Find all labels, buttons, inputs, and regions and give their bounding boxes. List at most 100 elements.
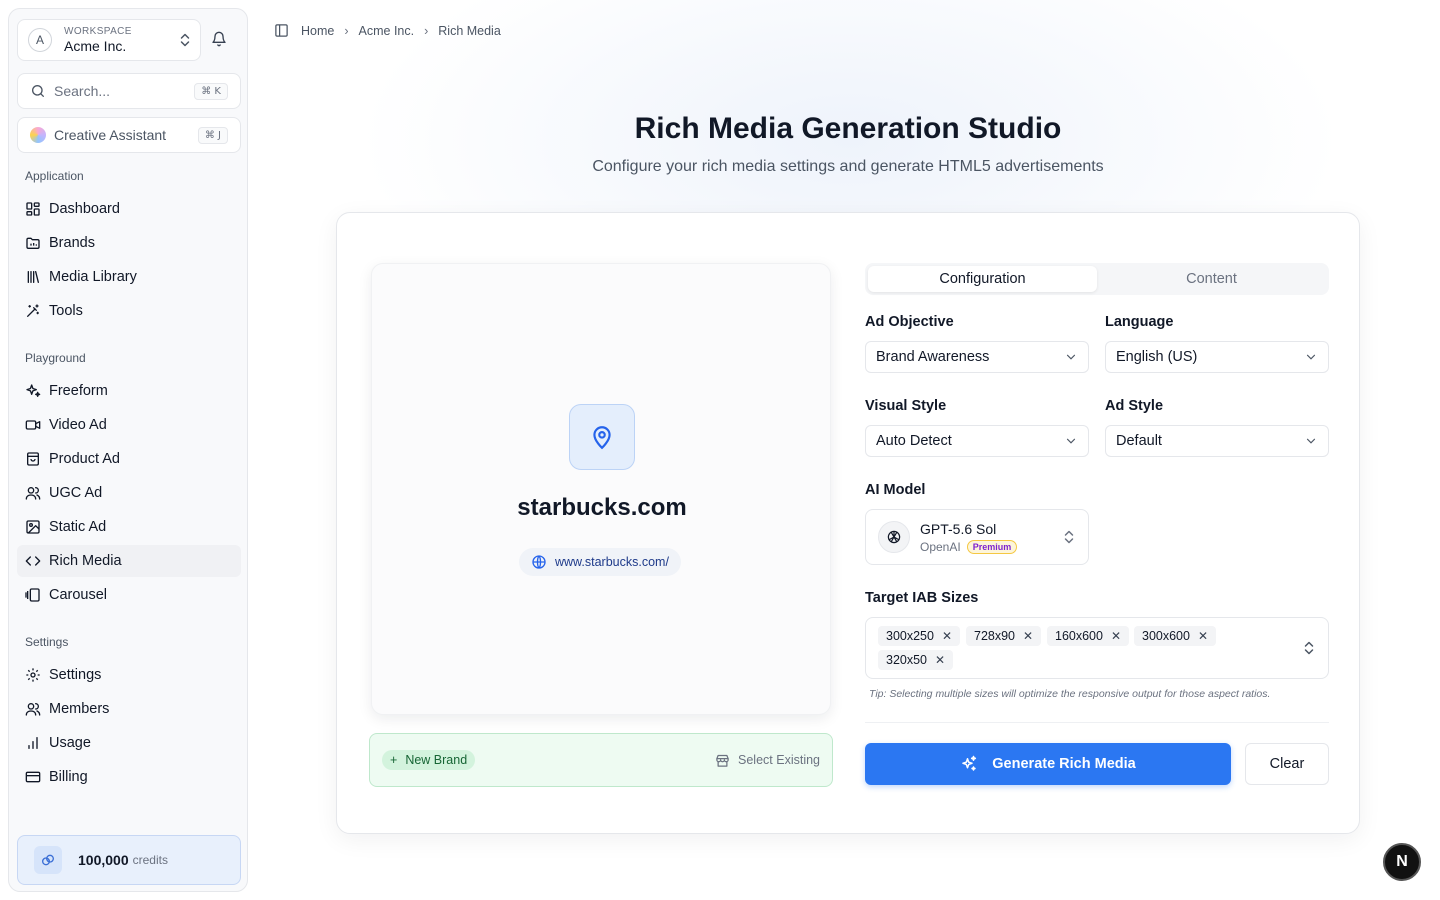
sidebar-item-product-ad[interactable]: Product Ad (17, 443, 241, 475)
brand-url-link[interactable]: www.starbucks.com/ (519, 548, 681, 576)
sidebar-item-label: Static Ad (49, 519, 107, 535)
sidebar-item-label: Dashboard (49, 201, 120, 217)
sidebar-item-members[interactable]: Members (17, 693, 241, 725)
sidebar-item-rich-media[interactable]: Rich Media (17, 545, 241, 577)
sidebar-item-label: UGC Ad (49, 485, 103, 501)
remove-icon[interactable]: ✕ (1111, 629, 1121, 643)
generate-rich-media-button[interactable]: Generate Rich Media (865, 743, 1231, 785)
brand-domain: starbucks.com (517, 494, 687, 521)
breadcrumb: Home › Acme Inc. › Rich Media (274, 23, 501, 38)
sidebar-item-label: Settings (49, 667, 102, 683)
sidebar-item-video-ad[interactable]: Video Ad (17, 409, 241, 441)
credits-unit: credits (132, 853, 168, 867)
assistant-shortcut: ⌘ J (197, 126, 228, 144)
page-title: Rich Media Generation Studio (634, 112, 1062, 145)
tab-configuration[interactable]: Configuration (868, 266, 1097, 292)
sparkles-icon (962, 755, 977, 771)
sidebar-item-label: Members (49, 701, 110, 717)
globe-icon (532, 555, 546, 569)
sidebar-item-ugc-ad[interactable]: UGC Ad (17, 477, 241, 509)
credit-card-icon (25, 771, 41, 783)
remove-icon[interactable]: ✕ (935, 653, 945, 667)
sidebar-item-billing[interactable]: Billing (17, 761, 241, 793)
sidebar-item-freeform[interactable]: Freeform (17, 375, 241, 407)
code-icon (25, 556, 41, 566)
carousel-icon (25, 588, 40, 602)
creative-assistant-button[interactable]: Creative Assistant ⌘ J (17, 117, 241, 153)
language-select[interactable]: English (US) (1105, 341, 1329, 373)
ai-model-select[interactable]: GPT-5.6 Sol OpenAI Premium (865, 509, 1089, 565)
ai-model-name: GPT-5.6 Sol (920, 520, 997, 537)
chevron-down-icon (1306, 354, 1316, 360)
sidebar-item-static-ad[interactable]: Static Ad (17, 511, 241, 543)
visual-style-label: Visual Style (865, 398, 947, 414)
library-icon (27, 271, 39, 283)
page-subtitle: Configure your rich media settings and g… (592, 158, 1104, 175)
dev-tools-badge[interactable]: N (1383, 843, 1421, 881)
sidebar-toggle-icon[interactable] (274, 23, 289, 38)
iab-sizes-multiselect[interactable]: 300x250 ✕ 728x90 ✕ 160x600 ✕ 300x600 ✕ 3… (865, 617, 1329, 679)
sidebar-item-tools[interactable]: Tools (17, 295, 241, 327)
credits-card[interactable]: 100,000 credits (17, 835, 241, 885)
sidebar-item-label: Video Ad (49, 417, 107, 433)
select-existing-button[interactable]: Select Existing (715, 753, 820, 768)
sidebar-item-usage[interactable]: Usage (17, 727, 241, 759)
ad-style-select[interactable]: Default (1105, 425, 1329, 457)
size-chip: 320x50 ✕ (878, 650, 954, 670)
config-tabs: Configuration Content (865, 263, 1329, 295)
sidebar-item-brands[interactable]: Brands (17, 227, 241, 259)
breadcrumb-workspace[interactable]: Acme Inc. (359, 24, 415, 38)
new-brand-label: New Brand (405, 753, 468, 767)
ad-style-value: Default (1116, 433, 1162, 449)
search-input[interactable]: Search... ⌘ K (17, 73, 241, 109)
remove-icon[interactable]: ✕ (1023, 629, 1033, 643)
size-chip-label: 300x250 (886, 629, 934, 643)
ai-model-vendor: OpenAI (920, 539, 961, 554)
workspace-switcher[interactable]: A WORKSPACE Acme Inc. (17, 19, 201, 61)
iab-sizes-tip: Tip: Selecting multiple sizes will optim… (869, 688, 1271, 700)
breadcrumb-current: Rich Media (438, 23, 501, 38)
remove-icon[interactable]: ✕ (1198, 629, 1208, 643)
shopping-bag-icon (27, 452, 39, 466)
sidebar-item-settings[interactable]: Settings (17, 659, 241, 691)
chevron-right-icon: › (424, 23, 429, 38)
new-brand-button[interactable]: + New Brand (382, 750, 476, 770)
store-icon (716, 754, 729, 767)
search-icon (32, 85, 44, 97)
select-existing-label: Select Existing (738, 753, 820, 767)
search-shortcut: ⌘ K (194, 82, 228, 100)
sidebar: A WORKSPACE Acme Inc. Search... ⌘ K Crea… (8, 8, 248, 892)
chevrons-up-down-icon (180, 33, 190, 47)
chevron-down-icon (1066, 438, 1076, 444)
ai-model-label: AI Model (865, 482, 926, 498)
divider (865, 722, 1329, 723)
tab-content[interactable]: Content (1097, 266, 1326, 292)
breadcrumb-home[interactable]: Home (301, 24, 334, 38)
bell-icon[interactable] (211, 31, 227, 47)
brand-source-bar: + New Brand Select Existing (369, 733, 833, 787)
premium-badge: Premium (966, 539, 1018, 554)
studio-card: starbucks.com www.starbucks.com/ + New B… (336, 212, 1360, 834)
clear-button[interactable]: Clear (1245, 743, 1329, 785)
visual-style-select[interactable]: Auto Detect (865, 425, 1089, 457)
sidebar-item-label: Rich Media (49, 553, 122, 569)
members-icon (25, 703, 41, 716)
bar-chart-icon (28, 737, 38, 749)
search-placeholder: Search... (54, 83, 111, 99)
sidebar-item-dashboard[interactable]: Dashboard (17, 193, 241, 225)
language-label: Language (1105, 314, 1174, 330)
remove-icon[interactable]: ✕ (942, 629, 952, 643)
dashboard-icon (26, 202, 40, 216)
chevron-down-icon (1306, 438, 1316, 444)
sidebar-item-label: Brands (49, 235, 95, 251)
sidebar-item-media-library[interactable]: Media Library (17, 261, 241, 293)
workspace-avatar: A (28, 28, 52, 52)
sidebar-item-carousel[interactable]: Carousel (17, 579, 241, 611)
generate-label: Generate Rich Media (992, 756, 1136, 772)
ad-objective-select[interactable]: Brand Awareness (865, 341, 1089, 373)
ad-objective-label: Ad Objective (865, 314, 954, 330)
sparkles-icon (26, 384, 41, 397)
sidebar-item-label: Billing (49, 769, 88, 785)
assistant-orb-icon (30, 127, 46, 143)
size-chip: 300x250 ✕ (878, 626, 961, 646)
